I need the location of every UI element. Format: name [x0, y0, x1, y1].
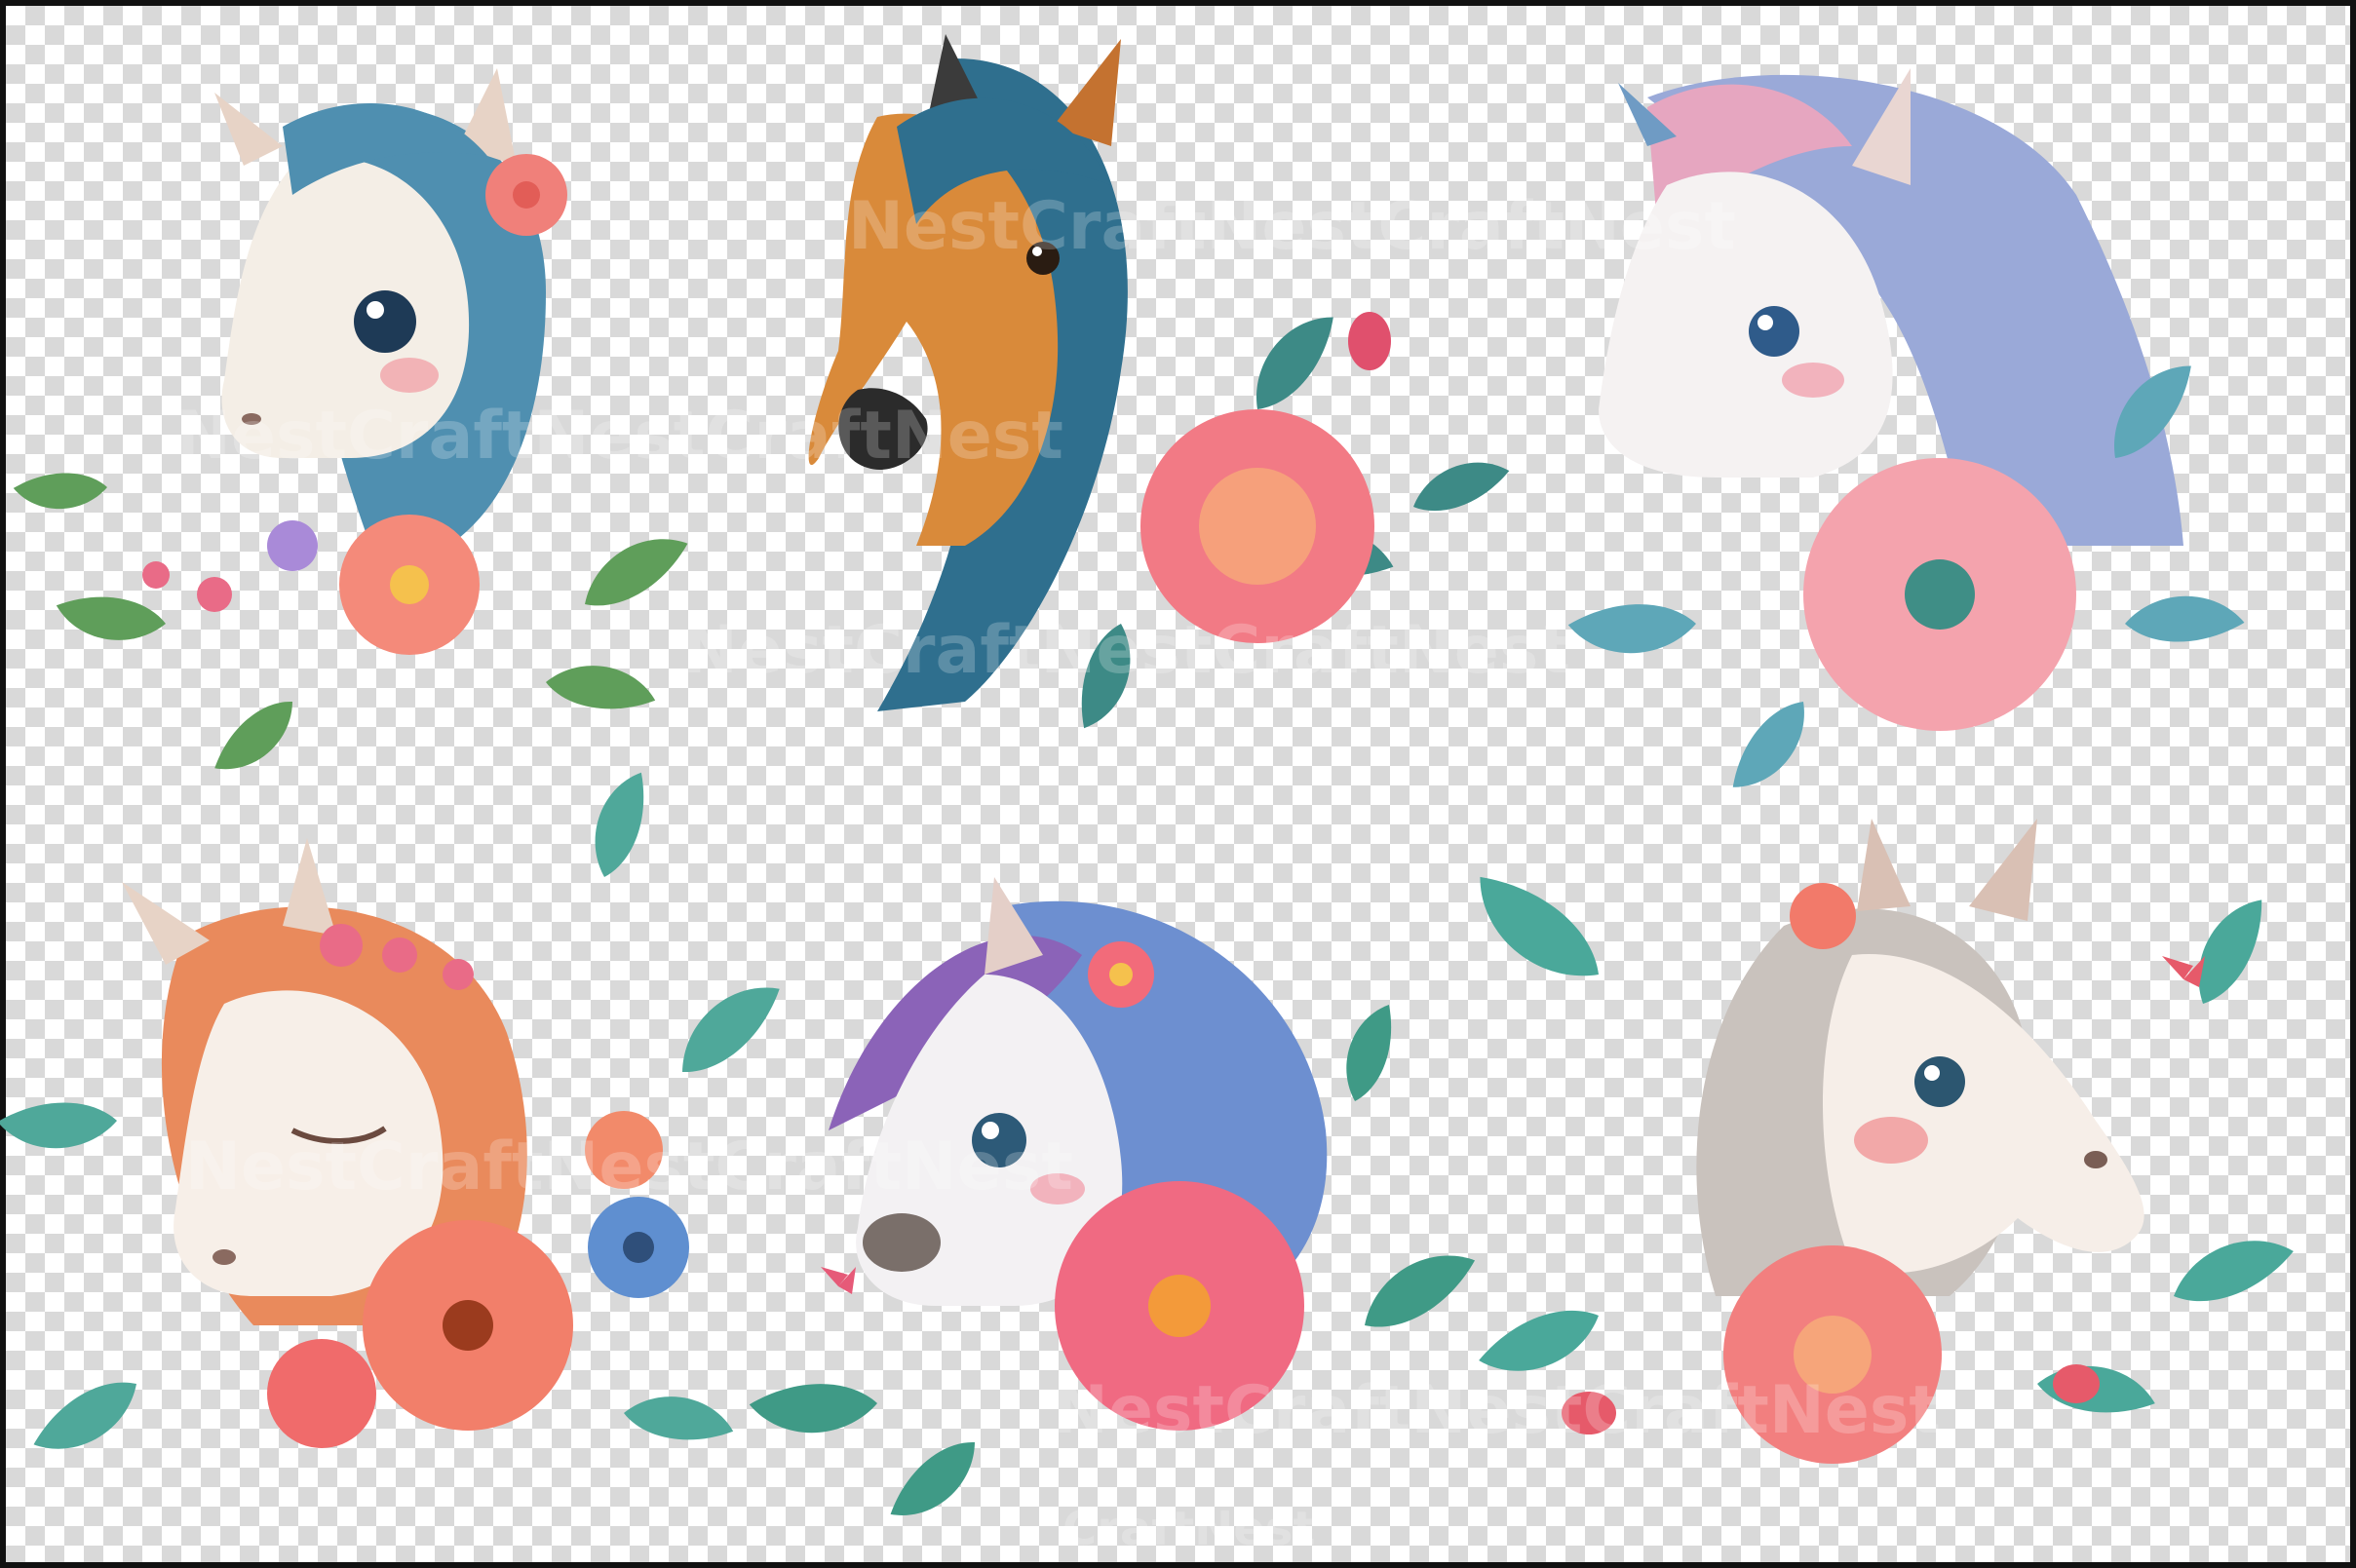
watermark-row-1: NestCraftNestCraftNest	[848, 188, 1736, 265]
illustration-pony-silver-mane	[1463, 819, 2299, 1464]
watermark-row-5: NestCraftNestCraftNest	[1053, 1372, 1941, 1449]
illustration-sheet: NestCraftNestCraftNest NestCraftNestCraf…	[0, 34, 2299, 1556]
watermark-row-4: NestCraftNestCraftNest	[185, 1128, 1073, 1205]
watermark-row-3: NestCraftNestCraftNest	[682, 612, 1570, 689]
illustration-unicorn	[1564, 68, 2248, 800]
watermark-footer: CraftNest	[1062, 1502, 1315, 1556]
illustration-pony-orange-mane	[0, 764, 797, 1461]
watermark-row-2: NestCraftNestCraftNest	[175, 398, 1063, 475]
